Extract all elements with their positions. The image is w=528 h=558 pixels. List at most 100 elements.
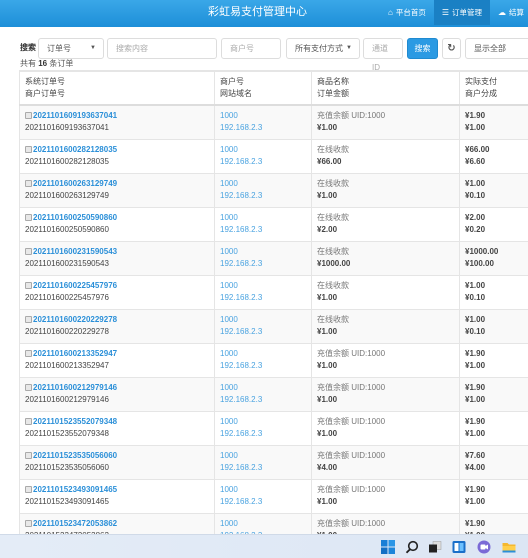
channel-id-input[interactable]: 通道ID	[363, 38, 403, 72]
trade-no-link[interactable]: 2021101600225457976	[33, 281, 117, 290]
teams-chat-icon[interactable]	[477, 540, 491, 554]
domain-link[interactable]: 192.168.2.3	[220, 191, 262, 200]
order-amount: ¥66.00	[317, 156, 342, 166]
trade-no-link[interactable]: 2021101600263129749	[33, 179, 117, 188]
task-view-icon[interactable]	[428, 540, 442, 554]
product-name: 充值余额 UID:1000	[317, 450, 386, 460]
row-checkbox[interactable]	[25, 145, 32, 153]
domain-link[interactable]: 192.168.2.3	[220, 293, 262, 302]
nav-item-home[interactable]: ⌂ 平台首页	[380, 0, 434, 25]
product-name: 充值余额 UID:1000	[317, 382, 386, 392]
merchant-uid-link[interactable]: 1000	[220, 383, 238, 392]
order-no-cell: 2021101600282128035 2021101600282128035	[19, 138, 215, 174]
merchant-uid-link[interactable]: 1000	[220, 145, 238, 154]
trade-no-link[interactable]: 2021101523472053862	[33, 519, 117, 528]
trade-no-link[interactable]: 2021101600231590543	[33, 247, 117, 256]
count-value: 16	[38, 59, 48, 68]
domain-link[interactable]: 192.168.2.3	[220, 327, 262, 336]
order-amount: ¥1.00	[317, 360, 338, 370]
row-checkbox[interactable]	[25, 451, 32, 459]
merchant-uid-link[interactable]: 1000	[220, 281, 238, 290]
payment-cell: ¥1.90 ¥1.00	[459, 104, 528, 140]
merchant-uid-link[interactable]: 1000	[220, 417, 238, 426]
nav-item-orders[interactable]: ☰ 订单管理	[433, 0, 491, 25]
row-checkbox[interactable]	[25, 247, 32, 255]
trade-no-link[interactable]: 2021101523535056060	[33, 451, 117, 460]
real-payment: ¥1.90	[465, 111, 486, 120]
domain-link[interactable]: 192.168.2.3	[220, 361, 262, 370]
trade-no-link[interactable]: 2021101523493091465	[33, 485, 117, 494]
search-icon[interactable]	[405, 540, 419, 554]
app-title[interactable]: 彩虹易支付管理中心	[208, 0, 307, 25]
row-checkbox[interactable]	[25, 383, 32, 391]
order-amount: ¥2.00	[317, 224, 338, 234]
merchant-uid-link[interactable]: 1000	[220, 451, 238, 460]
merchant-uid-link[interactable]: 1000	[220, 213, 238, 222]
order-no-cell: 2021101600250590860 2021101600250590860	[19, 206, 215, 242]
row-checkbox[interactable]	[25, 315, 32, 323]
domain-link[interactable]: 192.168.2.3	[220, 259, 262, 268]
row-checkbox[interactable]	[25, 349, 32, 357]
product-cell: 充值余额 UID:1000 ¥4.00	[311, 444, 460, 480]
merchant-uid-link[interactable]: 1000	[220, 247, 238, 256]
merchant-cell: 1000 192.168.2.3	[214, 342, 312, 378]
out-trade-no: 2021101600263129749	[25, 190, 109, 200]
trade-no-link[interactable]: 2021101523552079348	[33, 417, 117, 426]
search-button[interactable]: 搜索	[407, 38, 438, 59]
product-cell: 在线收款 ¥1.00	[311, 172, 460, 208]
out-trade-no: 2021101600225457976	[25, 292, 109, 302]
row-checkbox[interactable]	[25, 112, 32, 119]
merchant-uid-link[interactable]: 1000	[220, 179, 238, 188]
domain-link[interactable]: 192.168.2.3	[220, 429, 262, 438]
row-checkbox[interactable]	[25, 213, 32, 221]
trade-no-link[interactable]: 2021101609193637041	[33, 111, 117, 120]
search-content-input[interactable]: 搜索内容	[107, 38, 217, 59]
domain-link[interactable]: 192.168.2.3	[220, 497, 262, 506]
merchant-share: ¥1.00	[465, 496, 486, 506]
domain-link[interactable]: 192.168.2.3	[220, 157, 262, 166]
status-select[interactable]: 显示全部	[465, 38, 528, 59]
merchant-cell: 1000 192.168.2.3	[214, 206, 312, 242]
trade-no-link[interactable]: 2021101600250590860	[33, 213, 117, 222]
merchant-uid-link[interactable]: 1000	[220, 315, 238, 324]
row-checkbox[interactable]	[25, 519, 32, 527]
merchant-id-input[interactable]: 商户号	[221, 38, 281, 59]
out-trade-no: 2021101600220229278	[25, 326, 109, 336]
merchant-uid-link[interactable]: 1000	[220, 349, 238, 358]
row-checkbox[interactable]	[25, 179, 32, 187]
row-checkbox[interactable]	[25, 417, 32, 425]
trade-no-link[interactable]: 2021101600213352947	[33, 349, 117, 358]
trade-no-link[interactable]: 2021101600212979146	[33, 383, 117, 392]
product-name: 充值余额 UID:1000	[317, 416, 386, 426]
real-payment: ¥1.00	[465, 314, 486, 324]
paytype-select[interactable]: 所有支付方式 ▼	[286, 38, 360, 59]
merchant-uid-link[interactable]: 1000	[220, 519, 238, 528]
payment-cell: ¥1.90 ¥1.00	[459, 410, 528, 446]
domain-link[interactable]: 192.168.2.3	[220, 225, 262, 234]
row-checkbox[interactable]	[25, 485, 32, 493]
search-field-select[interactable]: 订单号 ▼	[38, 38, 104, 59]
trade-no-link[interactable]: 2021101600282128035	[33, 145, 117, 154]
windows-start-icon[interactable]	[381, 540, 395, 554]
merchant-cell: 1000 192.168.2.3	[214, 104, 312, 140]
table-row: 2021101600250590860 2021101600250590860 10…	[19, 206, 528, 242]
table-row: 2021101600282128035 2021101600282128035 10…	[19, 138, 528, 174]
domain-link[interactable]: 192.168.2.3	[220, 463, 262, 472]
row-checkbox[interactable]	[25, 281, 32, 289]
trade-no-link[interactable]: 2021101600220229278	[33, 315, 117, 324]
out-trade-no: 2021101600231590543	[25, 258, 109, 268]
order-no-cell: 2021101600213352947 2021101600213352947	[19, 342, 215, 378]
domain-link[interactable]: 192.168.2.3	[220, 395, 262, 404]
merchant-uid-link[interactable]: 1000	[220, 111, 238, 120]
top-navbar: 彩虹易支付管理中心 ⌂ 平台首页 ☰ 订单管理 ☁ 结算	[0, 0, 528, 27]
merchant-uid-link[interactable]: 1000	[220, 485, 238, 494]
search-field-value: 订单号	[47, 44, 71, 53]
widgets-icon[interactable]	[452, 540, 466, 554]
order-amount: ¥1000.00	[317, 258, 351, 268]
refresh-button[interactable]: ↻	[442, 38, 461, 59]
real-payment: ¥1.90	[465, 484, 486, 494]
file-explorer-icon[interactable]	[502, 540, 516, 554]
nav-item-settlement[interactable]: ☁ 结算	[490, 0, 528, 25]
domain-link[interactable]: 192.168.2.3	[220, 123, 262, 132]
header-product: 商品名称 订单金额	[311, 71, 460, 106]
